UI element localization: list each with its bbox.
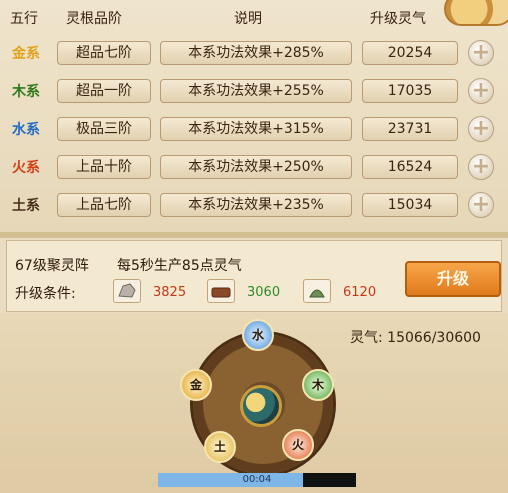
herb-icon — [303, 279, 331, 303]
resource-wood-value: 3060 — [247, 285, 281, 300]
header-element: 五行 — [10, 11, 38, 27]
value-cell: 20254 — [362, 41, 458, 65]
earth-orb[interactable]: 土 — [204, 431, 236, 463]
array-level-title: 67级聚灵阵 — [15, 258, 89, 274]
table-row: 水系 极品三阶 本系功法效果+315% 23731 + — [0, 114, 508, 144]
condition-label: 升级条件: — [15, 286, 76, 302]
lingqi-readout: 灵气: 15066/30600 — [350, 327, 481, 347]
header-grade: 灵根品阶 — [66, 11, 122, 27]
array-info-panel: 67级聚灵阵 每5秒生产85点灵气 升级条件: 3825 3060 6120 升… — [6, 240, 502, 312]
desc-cell: 本系功法效果+285% — [160, 41, 352, 65]
table-row: 金系 超品七阶 本系功法效果+285% 20254 + — [0, 38, 508, 68]
array-view: 灵气: 15066/30600 水 木 火 土 金 00:04 — [0, 313, 508, 493]
table-row: 火系 上品十阶 本系功法效果+250% 16524 + — [0, 152, 508, 182]
grade-cell: 超品一阶 — [57, 79, 151, 103]
upgrade-button[interactable]: 升级 — [405, 261, 501, 297]
grade-cell: 上品十阶 — [57, 155, 151, 179]
grade-cell: 上品七阶 — [57, 193, 151, 217]
element-label: 水系 — [12, 122, 40, 138]
element-label: 火系 — [12, 160, 40, 176]
metal-orb[interactable]: 金 — [180, 369, 212, 401]
video-progress-bar[interactable]: 00:04 — [158, 473, 356, 487]
resource-herb-value: 6120 — [343, 285, 377, 300]
wood-orb[interactable]: 木 — [302, 369, 334, 401]
resource-ore-value: 3825 — [153, 285, 187, 300]
grade-cell: 超品七阶 — [57, 41, 151, 65]
ore-icon — [113, 279, 141, 303]
value-cell: 16524 — [362, 155, 458, 179]
table-row: 木系 超品一阶 本系功法效果+255% 17035 + — [0, 76, 508, 106]
lingqi-value: 15066/30600 — [387, 330, 481, 346]
plus-button[interactable]: + — [468, 192, 494, 218]
element-label: 金系 — [12, 46, 40, 62]
element-label: 土系 — [12, 198, 40, 214]
section-divider — [0, 232, 508, 238]
header-desc: 说明 — [234, 11, 262, 27]
value-cell: 17035 — [362, 79, 458, 103]
lingqi-label: 灵气: — [350, 330, 383, 346]
plus-button[interactable]: + — [468, 154, 494, 180]
value-cell: 23731 — [362, 117, 458, 141]
element-label: 木系 — [12, 84, 40, 100]
plus-button[interactable]: + — [468, 78, 494, 104]
fire-orb[interactable]: 火 — [282, 429, 314, 461]
desc-cell: 本系功法效果+255% — [160, 79, 352, 103]
desc-cell: 本系功法效果+250% — [160, 155, 352, 179]
desc-cell: 本系功法效果+315% — [160, 117, 352, 141]
wood-icon — [207, 279, 235, 303]
plus-button[interactable]: + — [468, 116, 494, 142]
yin-yang-center-icon[interactable] — [240, 385, 282, 427]
value-cell: 15034 — [362, 193, 458, 217]
grade-cell: 极品三阶 — [57, 117, 151, 141]
header-upgrade: 升级灵气 — [370, 11, 426, 27]
table-header: 五行 灵根品阶 说明 升级灵气 — [0, 8, 508, 30]
desc-cell: 本系功法效果+235% — [160, 193, 352, 217]
production-text: 每5秒生产85点灵气 — [117, 258, 242, 274]
plus-button[interactable]: + — [468, 40, 494, 66]
table-row: 土系 上品七阶 本系功法效果+235% 15034 + — [0, 190, 508, 220]
video-time: 00:04 — [242, 474, 272, 485]
water-orb[interactable]: 水 — [242, 319, 274, 351]
